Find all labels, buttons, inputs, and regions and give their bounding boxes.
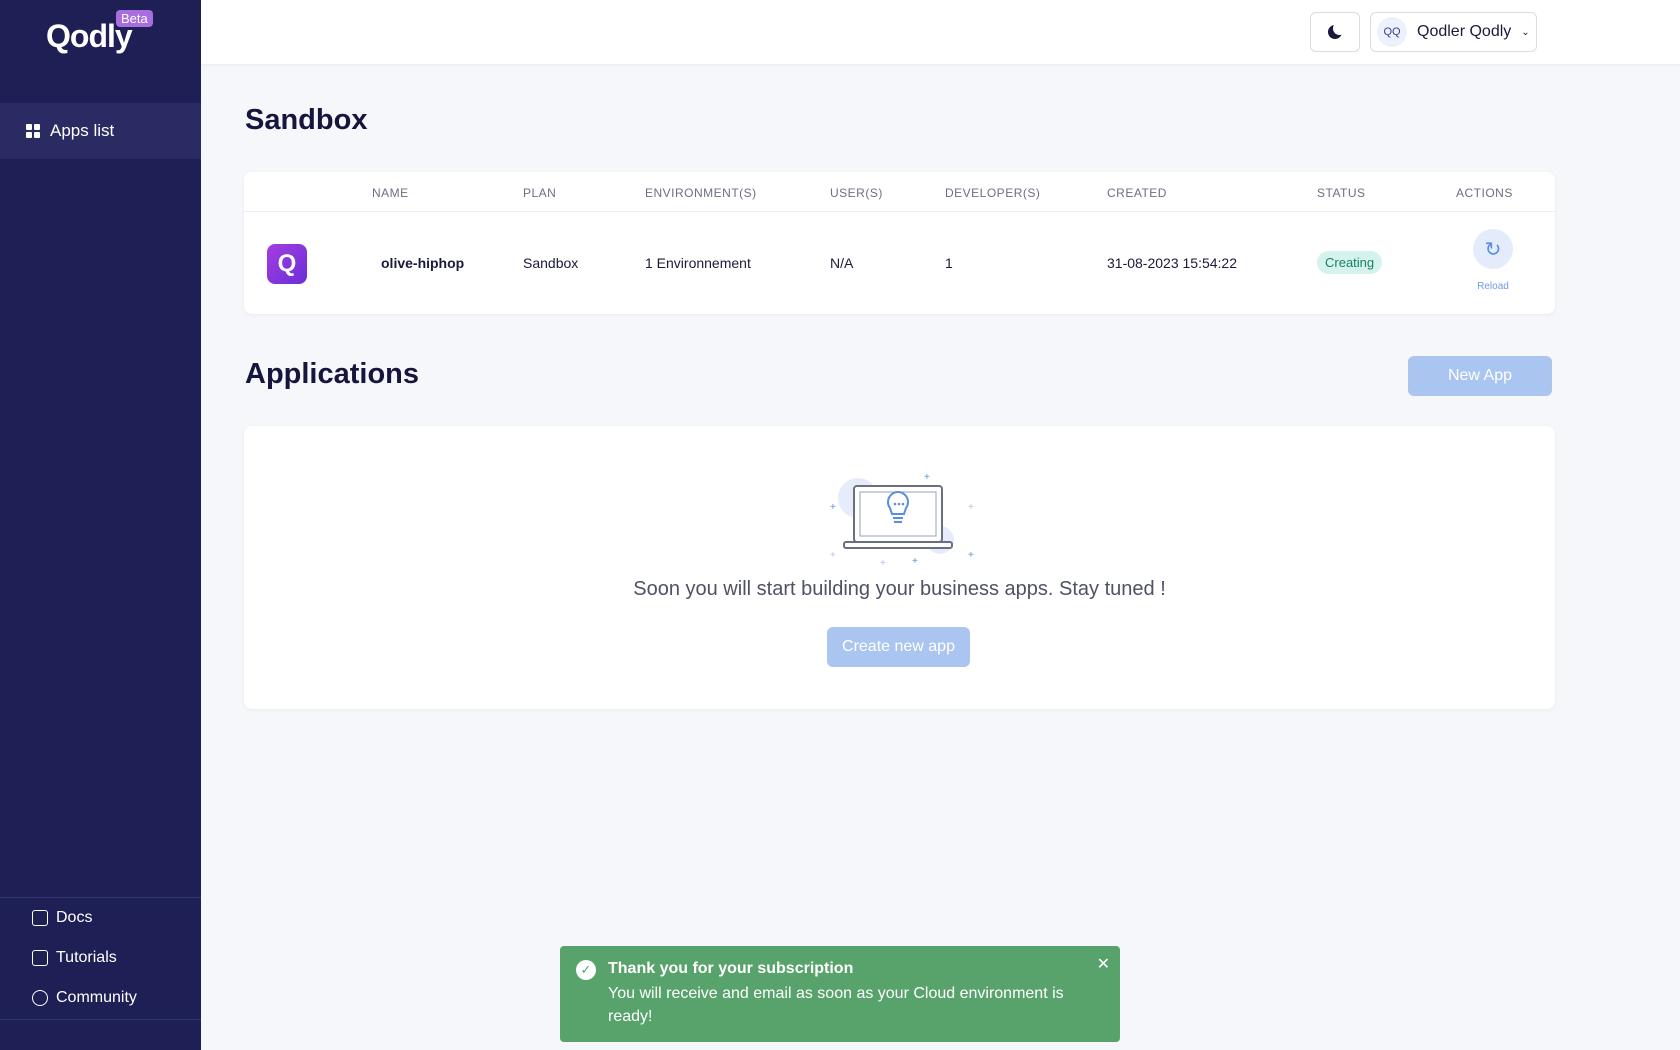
- column-plan: PLAN: [523, 186, 557, 200]
- book-icon: [32, 910, 48, 926]
- refresh-icon: ↻: [1484, 238, 1502, 261]
- app-developers: 1: [945, 255, 953, 271]
- reload-button[interactable]: ↻: [1473, 229, 1513, 269]
- svg-text:+: +: [968, 502, 974, 513]
- empty-state-text: Soon you will start building your busine…: [633, 578, 1166, 600]
- app-plan: Sandbox: [523, 255, 579, 271]
- toast-message: You will receive and email as soon as yo…: [608, 985, 1064, 1025]
- laptop-lightbulb-illustration: + + + + + + +: [830, 472, 974, 568]
- toast-title: Thank you for your subscription: [608, 960, 854, 977]
- column-status: STATUS: [1317, 186, 1366, 200]
- theme-toggle-button[interactable]: [1310, 12, 1360, 52]
- app-icon: Q: [267, 244, 307, 284]
- chat-icon: [32, 990, 48, 1006]
- sidebar: Qodly Beta Apps list Docs Tutorials Comm…: [0, 0, 201, 1050]
- column-developers: DEVELOPER(S): [945, 186, 1041, 200]
- sidebar-item-label: Apps list: [50, 121, 115, 140]
- grid-icon: [26, 124, 40, 138]
- sidebar-bottom-links: Docs Tutorials Community: [0, 897, 201, 1020]
- new-app-button[interactable]: New App: [1408, 356, 1552, 396]
- beta-badge: Beta: [116, 10, 153, 27]
- success-toast: ✓ Thank you for your subscription You wi…: [560, 946, 1120, 1042]
- status-badge: Creating: [1317, 251, 1383, 274]
- app-users: N/A: [830, 255, 854, 271]
- app-created: 31-08-2023 15:54:22: [1107, 255, 1237, 271]
- sandbox-table: NAME PLAN ENVIRONMENT(S) USER(S) DEVELOP…: [244, 172, 1555, 314]
- chevron-down-icon: ⌄: [1521, 26, 1530, 38]
- video-icon: [32, 950, 48, 966]
- applications-empty-state: + + + + + + + Soon you will start buildi…: [244, 426, 1555, 709]
- check-icon: ✓: [576, 960, 596, 980]
- svg-text:+: +: [830, 550, 836, 561]
- svg-text:+: +: [880, 558, 886, 568]
- moon-icon: [1328, 22, 1346, 39]
- svg-text:+: +: [912, 556, 918, 567]
- sidebar-link-docs[interactable]: Docs: [0, 898, 201, 938]
- sidebar-link-label: Tutorials: [56, 949, 117, 966]
- sidebar-link-label: Community: [56, 989, 137, 1006]
- column-users: USER(S): [830, 186, 883, 200]
- user-name: Qodler Qodly: [1417, 23, 1512, 40]
- avatar: QQ: [1377, 17, 1407, 47]
- user-menu[interactable]: QQ Qodler Qodly ⌄: [1370, 12, 1537, 52]
- sandbox-title: Sandbox: [245, 104, 368, 136]
- sidebar-link-label: Docs: [56, 909, 93, 926]
- qodly-logo[interactable]: Qodly Beta: [46, 10, 156, 60]
- reload-label: Reload: [1477, 281, 1509, 292]
- create-new-app-button[interactable]: Create new app: [827, 627, 970, 667]
- app-environments: 1 Environnement: [645, 255, 751, 271]
- sidebar-item-apps-list[interactable]: Apps list: [0, 103, 201, 159]
- column-actions: ACTIONS: [1456, 186, 1513, 200]
- sidebar-link-community[interactable]: Community: [0, 978, 201, 1018]
- close-icon[interactable]: ✕: [1097, 954, 1110, 974]
- svg-text:+: +: [924, 472, 930, 483]
- sidebar-link-tutorials[interactable]: Tutorials: [0, 938, 201, 978]
- applications-title: Applications: [245, 358, 420, 390]
- column-name: NAME: [372, 186, 409, 200]
- svg-text:+: +: [968, 550, 974, 561]
- column-created: CREATED: [1107, 186, 1167, 200]
- app-name[interactable]: olive-hiphop: [381, 255, 464, 271]
- column-environments: ENVIRONMENT(S): [645, 186, 757, 200]
- svg-text:+: +: [830, 502, 836, 513]
- table-header: NAME PLAN ENVIRONMENT(S) USER(S) DEVELOP…: [244, 172, 1555, 212]
